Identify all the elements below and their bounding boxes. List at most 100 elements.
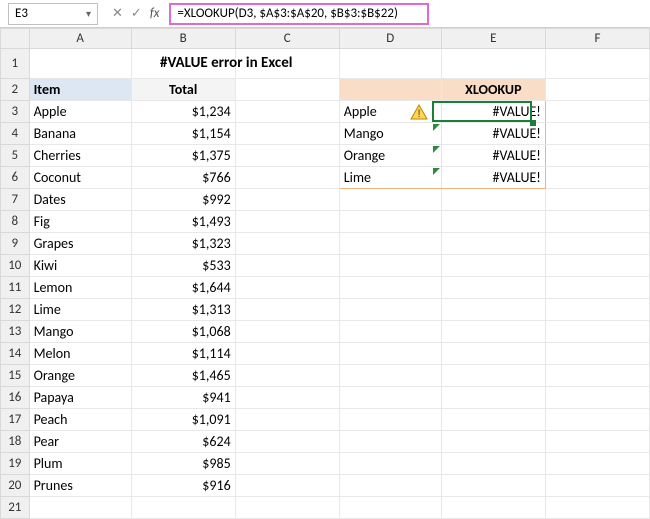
cell-F7[interactable] (545, 189, 649, 211)
cell-A13[interactable]: Mango (29, 321, 131, 343)
cell-D9[interactable] (339, 233, 441, 255)
cell-E17[interactable] (441, 409, 545, 431)
cell-B20[interactable]: $916 (131, 475, 235, 497)
cell-A4[interactable]: Banana (29, 123, 131, 145)
cell-F21[interactable] (545, 497, 649, 519)
cell-A9[interactable]: Grapes (29, 233, 131, 255)
cell-F15[interactable] (545, 365, 649, 387)
fx-icon[interactable]: fx (150, 6, 160, 21)
cell-B18[interactable]: $624 (131, 431, 235, 453)
cell-B9[interactable]: $1,323 (131, 233, 235, 255)
cell-E16[interactable] (441, 387, 545, 409)
col-head-A[interactable]: A (29, 29, 131, 49)
cell-C8[interactable] (235, 211, 339, 233)
cell-E2[interactable]: XLOOKUP (441, 79, 545, 101)
cell-B5[interactable]: $1,375 (131, 145, 235, 167)
row-head-16[interactable]: 16 (1, 387, 30, 409)
cell-C6[interactable] (235, 167, 339, 189)
cell-F3[interactable] (545, 101, 649, 123)
row-head-6[interactable]: 6 (1, 167, 30, 189)
cell-A7[interactable]: Dates (29, 189, 131, 211)
cell-C15[interactable] (235, 365, 339, 387)
cell-D8[interactable] (339, 211, 441, 233)
cell-E12[interactable] (441, 299, 545, 321)
formula-input[interactable]: =XLOOKUP(D3, $A$3:$A$20, $B$3:$B$22) (169, 3, 429, 25)
cell-C16[interactable] (235, 387, 339, 409)
cell-D4[interactable]: Mango (339, 123, 441, 145)
cell-D3[interactable]: Apple (339, 101, 441, 123)
cell-A11[interactable]: Lemon (29, 277, 131, 299)
cell-F12[interactable] (545, 299, 649, 321)
row-head-20[interactable]: 20 (1, 475, 30, 497)
cell-F1[interactable] (545, 49, 649, 79)
cell-E11[interactable] (441, 277, 545, 299)
cell-C13[interactable] (235, 321, 339, 343)
cell-F2[interactable] (545, 79, 649, 101)
cell-C14[interactable] (235, 343, 339, 365)
cell-D17[interactable] (339, 409, 441, 431)
col-head-D[interactable]: D (339, 29, 441, 49)
cell-E21[interactable] (441, 497, 545, 519)
cell-E19[interactable] (441, 453, 545, 475)
cell-A21[interactable] (29, 497, 131, 519)
cell-A19[interactable]: Plum (29, 453, 131, 475)
cell-C4[interactable] (235, 123, 339, 145)
cell-F4[interactable] (545, 123, 649, 145)
cell-A8[interactable]: Fig (29, 211, 131, 233)
cell-B2[interactable]: Total (131, 79, 235, 101)
cell-B17[interactable]: $1,091 (131, 409, 235, 431)
cell-A17[interactable]: Peach (29, 409, 131, 431)
cell-B19[interactable]: $985 (131, 453, 235, 475)
chevron-down-icon[interactable]: ▾ (86, 7, 91, 20)
cell-F10[interactable] (545, 255, 649, 277)
row-head-5[interactable]: 5 (1, 145, 30, 167)
row-head-8[interactable]: 8 (1, 211, 30, 233)
row-head-10[interactable]: 10 (1, 255, 30, 277)
cell-A16[interactable]: Papaya (29, 387, 131, 409)
cancel-icon[interactable]: ✕ (112, 6, 123, 21)
cell-D16[interactable] (339, 387, 441, 409)
cell-A10[interactable]: Kiwi (29, 255, 131, 277)
cell-F14[interactable] (545, 343, 649, 365)
cell-F11[interactable] (545, 277, 649, 299)
cell-C10[interactable] (235, 255, 339, 277)
cell-C3[interactable] (235, 101, 339, 123)
cell-C12[interactable] (235, 299, 339, 321)
cell-B15[interactable]: $1,465 (131, 365, 235, 387)
row-head-15[interactable]: 15 (1, 365, 30, 387)
cell-C17[interactable] (235, 409, 339, 431)
row-head-14[interactable]: 14 (1, 343, 30, 365)
cell-D2[interactable] (339, 79, 441, 101)
cell-A5[interactable]: Cherries (29, 145, 131, 167)
cell-D13[interactable] (339, 321, 441, 343)
row-head-17[interactable]: 17 (1, 409, 30, 431)
cell-E15[interactable] (441, 365, 545, 387)
cell-E18[interactable] (441, 431, 545, 453)
cell-B14[interactable]: $1,114 (131, 343, 235, 365)
cell-E6[interactable]: #VALUE! (441, 167, 545, 189)
cell-E20[interactable] (441, 475, 545, 497)
cell-B3[interactable]: $1,234 (131, 101, 235, 123)
cell-F9[interactable] (545, 233, 649, 255)
cell-D19[interactable] (339, 453, 441, 475)
cell-B12[interactable]: $1,313 (131, 299, 235, 321)
cell-B10[interactable]: $533 (131, 255, 235, 277)
row-head-12[interactable]: 12 (1, 299, 30, 321)
cell-D12[interactable] (339, 299, 441, 321)
cell-A1[interactable] (29, 49, 131, 79)
cell-F19[interactable] (545, 453, 649, 475)
cell-F16[interactable] (545, 387, 649, 409)
row-head-1[interactable]: 1 (1, 49, 30, 79)
cell-F18[interactable] (545, 431, 649, 453)
col-head-B[interactable]: B (131, 29, 235, 49)
col-head-F[interactable]: F (545, 29, 649, 49)
cell-B7[interactable]: $992 (131, 189, 235, 211)
row-head-21[interactable]: 21 (1, 497, 30, 519)
cell-B4[interactable]: $1,154 (131, 123, 235, 145)
row-head-4[interactable]: 4 (1, 123, 30, 145)
cell-A18[interactable]: Pear (29, 431, 131, 453)
cell-F17[interactable] (545, 409, 649, 431)
cell-D14[interactable] (339, 343, 441, 365)
col-head-C[interactable]: C (235, 29, 339, 49)
cell-B8[interactable]: $1,493 (131, 211, 235, 233)
